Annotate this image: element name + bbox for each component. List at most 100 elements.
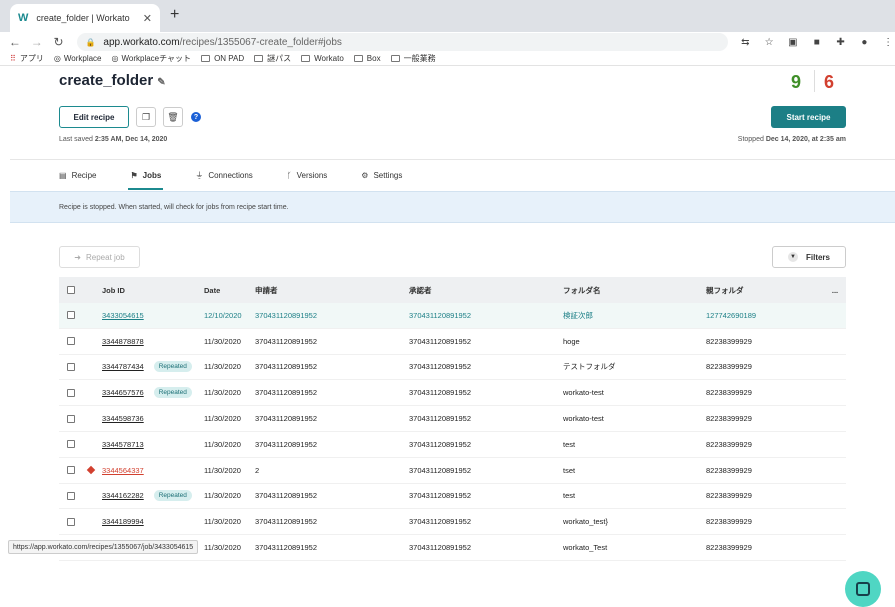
bookmark-label: Workplaceチャット	[121, 54, 192, 63]
job-id-link[interactable]: 3344657576	[102, 388, 144, 397]
bookmark-workplace-chat[interactable]: ◎ Workplaceチャット	[112, 53, 192, 64]
bookmark-pass[interactable]: 謎パス	[254, 53, 291, 64]
browser-tab[interactable]: W create_folder | Workato ✕	[10, 4, 160, 32]
job-date: 11/30/2020	[204, 543, 241, 553]
row-checkbox[interactable]	[67, 311, 75, 320]
link-status-bar: https://app.workato.com/recipes/1355067/…	[8, 540, 199, 554]
job-id-link[interactable]: 3344564337	[102, 466, 144, 475]
start-recipe-button[interactable]: Start recipe	[771, 106, 846, 128]
parent-folder-cell: 82238399929	[706, 414, 752, 424]
table-row[interactable]: 3344162282 Repeated 11/30/2020 370431120891…	[59, 484, 846, 510]
extension-icon[interactable]: ▣	[786, 37, 800, 48]
status-banner: Recipe is stopped. When started, will ch…	[10, 191, 895, 223]
job-id-link[interactable]: 3344162282	[102, 491, 144, 500]
header-applicant[interactable]: 申請者	[255, 277, 409, 303]
table-row[interactable]: 3344787434 Repeated 11/30/2020 370431120891…	[59, 355, 846, 381]
job-id-link[interactable]: 3433054615	[102, 311, 144, 320]
bookmark-general[interactable]: 一般業務	[390, 53, 436, 64]
table-row[interactable]: 3344878878 11/30/2020 370431120891952 37043…	[59, 329, 846, 355]
header-parent-folder[interactable]: 親フォルダ	[706, 277, 824, 303]
tab-recipe[interactable]: ▤ Recipe	[59, 164, 96, 186]
bookmark-label: Workato	[314, 54, 344, 63]
row-checkbox[interactable]	[67, 337, 75, 346]
bookmark-workplace[interactable]: ◎ Workplace	[54, 54, 102, 63]
approver-cell: 370431120891952	[409, 362, 472, 372]
table-row[interactable]: 3344598736 11/30/2020 370431120891952 37043…	[59, 406, 846, 432]
more-icon[interactable]: ...	[824, 277, 846, 303]
chat-button[interactable]	[845, 571, 881, 607]
tab-title: create_folder | Workato	[36, 13, 130, 23]
bookmark-box[interactable]: Box	[353, 54, 381, 63]
bookmarks-bar: ⠿ アプリ ◎ Workplace ◎ Workplaceチャット ON PAD 謎パ…	[0, 52, 895, 66]
copy-icon[interactable]: ❐	[136, 107, 156, 127]
avatar-icon[interactable]: ●	[857, 37, 871, 48]
approver-cell: 370431120891952	[409, 465, 472, 475]
table-row[interactable]: 3344657576 Repeated 11/30/2020 370431120891…	[59, 380, 846, 407]
job-date: 11/30/2020	[204, 465, 241, 475]
row-checkbox[interactable]	[67, 362, 75, 371]
parent-folder-cell: 82238399929	[706, 439, 752, 449]
pencil-icon[interactable]: ✎	[157, 77, 165, 88]
header-date[interactable]: Date	[204, 277, 255, 303]
row-checkbox[interactable]	[67, 414, 75, 423]
bookmark-workato[interactable]: Workato	[301, 54, 344, 63]
row-checkbox[interactable]	[67, 466, 75, 475]
job-id-link[interactable]: 3344598736	[102, 414, 144, 423]
approver-cell: 370431120891952	[409, 388, 472, 398]
edit-recipe-button[interactable]: Edit recipe	[59, 106, 129, 128]
reload-icon[interactable]: ↻	[52, 35, 66, 49]
back-icon[interactable]: ←	[8, 35, 22, 49]
help-icon[interactable]: ?	[191, 112, 201, 122]
close-icon[interactable]: ✕	[143, 12, 152, 25]
folder-name-cell: test	[563, 491, 576, 501]
tab-jobs[interactable]: ⚑ Jobs	[128, 164, 164, 190]
trash-icon[interactable]: 🗑	[163, 107, 183, 127]
row-checkbox[interactable]	[67, 440, 75, 449]
job-id-link[interactable]: 3344878878	[102, 337, 144, 346]
table-row[interactable]: 3344578713 11/30/2020 370431120891952 37043…	[59, 432, 846, 458]
header-approver[interactable]: 承認者	[409, 277, 563, 303]
approver-cell: 370431120891952	[409, 439, 472, 449]
repeated-badge: Repeated	[153, 387, 192, 399]
star-icon[interactable]: ☆	[762, 37, 776, 48]
table-row[interactable]: 3433054615 12/10/2020 370431120891952 37043…	[59, 303, 846, 329]
job-id-link[interactable]: 3344578713	[102, 440, 144, 449]
lock-icon: 🔒	[85, 37, 96, 47]
menu-icon[interactable]: ⋮	[881, 37, 895, 48]
tab-versions[interactable]: ᚴ Versions	[287, 164, 328, 186]
bookmark-apps[interactable]: ⠿ アプリ	[10, 53, 44, 64]
url-path: /recipes/1355067-create_folder#jobs	[179, 36, 342, 48]
row-checkbox[interactable]	[67, 491, 75, 500]
applicant-cell: 370431120891952	[255, 439, 318, 449]
job-id-link[interactable]: 3344787434	[102, 362, 144, 371]
folder-name-cell: 検証次郎	[563, 310, 593, 320]
url-bar[interactable]: 🔒 app.workato.com /recipes/1355067-creat…	[77, 33, 729, 51]
table-row[interactable]: 3344189994 11/30/2020 370431120891952 37043…	[59, 509, 846, 536]
last-saved: Last saved 2:35 AM, Dec 14, 2020	[59, 136, 168, 143]
translate-icon[interactable]: ⇆	[738, 37, 752, 48]
row-checkbox[interactable]	[67, 517, 75, 526]
row-checkbox[interactable]	[67, 388, 75, 397]
header-job-id[interactable]: Job ID	[102, 277, 204, 303]
workato-extension-icon[interactable]: ■	[810, 37, 824, 48]
parent-folder-cell: 82238399929	[706, 491, 752, 501]
folder-name-cell: test	[563, 439, 576, 449]
tab-connections[interactable]: ⏚ Connections	[195, 164, 252, 186]
new-tab-icon[interactable]: +	[170, 6, 179, 24]
job-id-link[interactable]: 3344189994	[102, 517, 144, 526]
table-row[interactable]: 3344564337 11/30/2020 2 370431120891952 tset…	[59, 458, 846, 484]
tab-settings[interactable]: ⚙ Settings	[361, 164, 402, 186]
repeat-job-button[interactable]: ➜ Repeat job	[59, 246, 140, 268]
bookmark-on-pad[interactable]: ON PAD	[201, 54, 244, 63]
puzzle-icon[interactable]: ✚	[834, 37, 848, 48]
plug-icon: ⏚	[195, 170, 204, 180]
header-folder-name[interactable]: フォルダ名	[563, 277, 706, 303]
select-all-checkbox[interactable]	[67, 286, 75, 294]
filters-button[interactable]: ▼ Filters	[772, 246, 846, 268]
branch-icon: ᚴ	[286, 170, 292, 180]
stopped-time: Stopped Dec 14, 2020, at 2:35 am	[737, 136, 846, 143]
approver-cell: 370431120891952	[409, 336, 472, 346]
forward-icon[interactable]: →	[30, 35, 44, 49]
folder-name-cell: workato_Test	[563, 543, 608, 553]
folder-name-cell: workato_test}	[563, 517, 609, 527]
